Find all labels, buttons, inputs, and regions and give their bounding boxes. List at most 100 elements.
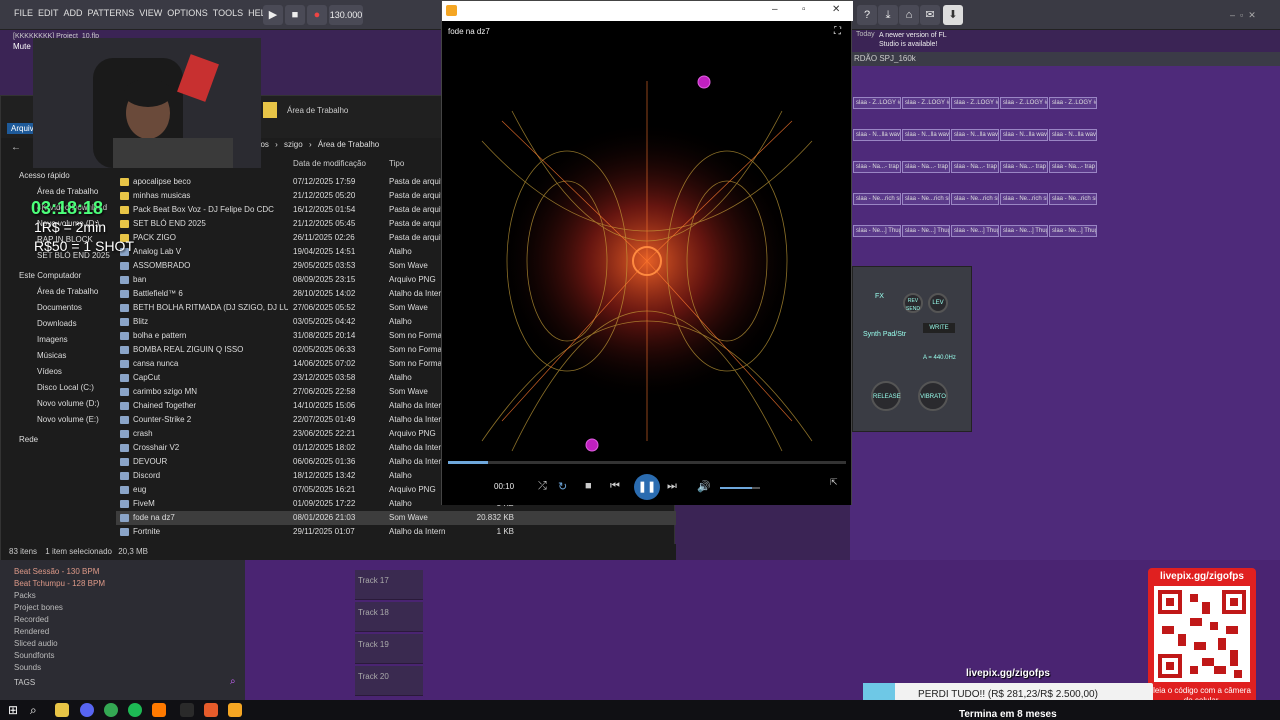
chrome-icon[interactable] (104, 703, 118, 717)
playlist-clip[interactable]: slaa - Ne...rich sn (853, 193, 901, 205)
fx-label[interactable]: FX (875, 293, 884, 300)
playlist-clip[interactable]: slaa - Ne...] Thug (1049, 225, 1097, 237)
plugin-icon[interactable]: ⌂ (899, 5, 919, 25)
app-icon[interactable] (204, 703, 218, 717)
browser-item[interactable]: Beat Tchumpu - 128 BPM (0, 578, 245, 590)
playlist-clip[interactable]: slaa - Ne...rich sn (902, 193, 950, 205)
playlist-clip[interactable]: slaa - Z..LOGY #2 (853, 97, 901, 109)
minimize-button[interactable]: – (772, 4, 778, 15)
sidebar-item[interactable]: Novo volume (E:) (1, 412, 113, 428)
mute-label[interactable]: Mute (13, 42, 31, 51)
breadcrumb-item[interactable]: Área de Trabalho (318, 140, 379, 149)
previous-icon[interactable]: ⏮ (610, 480, 620, 493)
playlist-clip[interactable]: slaa - N...lla wav (902, 129, 950, 141)
record-button[interactable]: ● (307, 5, 327, 25)
playlist-clip[interactable]: slaa - Ne...] Thug (853, 225, 901, 237)
write-button[interactable]: WRITE (923, 323, 955, 333)
sidebar-item[interactable]: Novo volume (D:) (1, 396, 113, 412)
preset-name[interactable]: Synth Pad/Str (863, 331, 906, 338)
playlist-clip[interactable]: slaa - N...lla wav (853, 129, 901, 141)
playlist-clip[interactable]: slaa - N...lla wav (951, 129, 999, 141)
track-20[interactable]: Track 20 (355, 666, 423, 696)
playlist-clip[interactable]: slaa - Z..LOGY #2 (951, 97, 999, 109)
file-explorer-icon[interactable] (55, 703, 69, 717)
playlist-clip[interactable]: slaa - Z..LOGY #2 (1000, 97, 1048, 109)
browser-item[interactable]: Sounds (0, 662, 245, 674)
playlist-clip[interactable]: slaa - Na...- trap (951, 161, 999, 173)
track-19[interactable]: Track 19 (355, 634, 423, 664)
sidebar-item[interactable]: Área de Trabalho (1, 284, 113, 300)
chat-icon[interactable]: ✉ (920, 5, 940, 25)
playlist-clip[interactable]: slaa - Na...- trap (853, 161, 901, 173)
browser-item[interactable]: Soundfonts (0, 650, 245, 662)
mini-mode-icon[interactable]: ⇱ (830, 477, 838, 488)
spotify-icon[interactable] (128, 703, 142, 717)
sidebar-item[interactable]: Vídeos (1, 364, 113, 380)
menu-file[interactable]: FILE (14, 8, 33, 18)
browser-item[interactable]: Sliced audio (0, 638, 245, 650)
obs-icon[interactable] (180, 703, 194, 717)
file-row[interactable]: Fortnite 29/11/2025 01:07 Atalho da Intern… (116, 525, 676, 539)
playlist-clip[interactable]: slaa - Z..LOGY #2 (902, 97, 950, 109)
playlist-clip[interactable]: slaa - Ne...] Thug (1000, 225, 1048, 237)
track-17[interactable]: Track 17 (355, 570, 423, 600)
back-arrow-icon[interactable]: ← (11, 142, 21, 153)
column-type[interactable]: Tipo (389, 156, 404, 172)
sidebar-item[interactable]: Este Computador (1, 268, 113, 284)
menu-add[interactable]: ADD (64, 8, 83, 18)
sidebar-item[interactable]: Rede (1, 432, 113, 448)
play-button[interactable]: ▶ (263, 5, 283, 25)
sidebar-item[interactable]: Downloads (1, 316, 113, 332)
rev-send-knob[interactable]: REV SEND (903, 293, 923, 313)
help-icon[interactable]: ? (857, 5, 877, 25)
update-icon[interactable]: ⬇ (943, 5, 963, 25)
playlist-clip[interactable]: slaa - Ne...rich sn (1000, 193, 1048, 205)
sidebar-item[interactable]: Acesso rápido (1, 168, 113, 184)
seek-bar[interactable] (448, 461, 846, 464)
menu-view[interactable]: VIEW (139, 8, 162, 18)
playlist-clip[interactable]: slaa - N...lla wav (1049, 129, 1097, 141)
tempo-display[interactable]: 130.000 (329, 5, 363, 25)
search-icon[interactable]: ⌕ (30, 703, 44, 717)
media-player-icon[interactable] (228, 703, 242, 717)
browser-item[interactable]: Recorded (0, 614, 245, 626)
release-knob[interactable]: RELEASE (871, 381, 901, 411)
menu-options[interactable]: OPTIONS (167, 8, 208, 18)
browser-item[interactable]: Packs (0, 590, 245, 602)
search-icon[interactable]: ⌕ (230, 676, 236, 687)
fl-studio-icon[interactable] (152, 703, 166, 717)
window-controls[interactable]: – ▫ ✕ (1230, 10, 1256, 21)
stop-button[interactable]: ■ (285, 5, 305, 25)
playlist-clip[interactable]: slaa - Na...- trap (902, 161, 950, 173)
playlist-clip[interactable]: slaa - Ne...rich sn (1049, 193, 1097, 205)
menu-edit[interactable]: EDIT (38, 8, 59, 18)
menu-patterns[interactable]: PATTERNS (88, 8, 135, 18)
tags-label[interactable]: TAGS (14, 678, 35, 687)
sidebar-item[interactable]: Documentos (1, 300, 113, 316)
playlist-clip[interactable]: slaa - Ne...rich sn (951, 193, 999, 205)
download-icon[interactable]: ⤓ (878, 5, 898, 25)
playlist-clip[interactable]: slaa - Na...- trap (1049, 161, 1097, 173)
repeat-icon[interactable]: ↻ (558, 480, 567, 493)
stop-icon[interactable]: ■ (585, 480, 592, 492)
browser-item[interactable]: Rendered (0, 626, 245, 638)
file-row[interactable]: fode na dz7 08/01/2026 21:03 Som Wave 20.83… (116, 511, 676, 525)
playlist-clip[interactable]: slaa - N...lla wav (1000, 129, 1048, 141)
volume-slider[interactable] (720, 487, 760, 489)
lev-knob[interactable]: LEV (928, 293, 948, 313)
playlist-clip[interactable]: slaa - Na...- trap (1000, 161, 1048, 173)
track-18[interactable]: Track 18 (355, 602, 423, 632)
sidebar-item[interactable]: Imagens (1, 332, 113, 348)
pause-button[interactable]: ❚❚ (634, 474, 660, 500)
playlist-clip[interactable]: slaa - Z..LOGY #2 (1049, 97, 1097, 109)
playlist-clip[interactable]: slaa - Ne...] Thug (902, 225, 950, 237)
start-icon[interactable]: ⊞ (8, 703, 22, 717)
browser-item[interactable]: Beat Sessão - 130 BPM (0, 566, 245, 578)
fullscreen-icon[interactable]: ⛶ (834, 26, 841, 37)
column-date[interactable]: Data de modificação (293, 156, 366, 172)
next-icon[interactable]: ⏭ (667, 480, 677, 493)
menu-tools[interactable]: TOOLS (213, 8, 243, 18)
discord-icon[interactable] (80, 703, 94, 717)
maximize-button[interactable]: ▫ (802, 4, 806, 15)
sidebar-item[interactable]: Músicas (1, 348, 113, 364)
